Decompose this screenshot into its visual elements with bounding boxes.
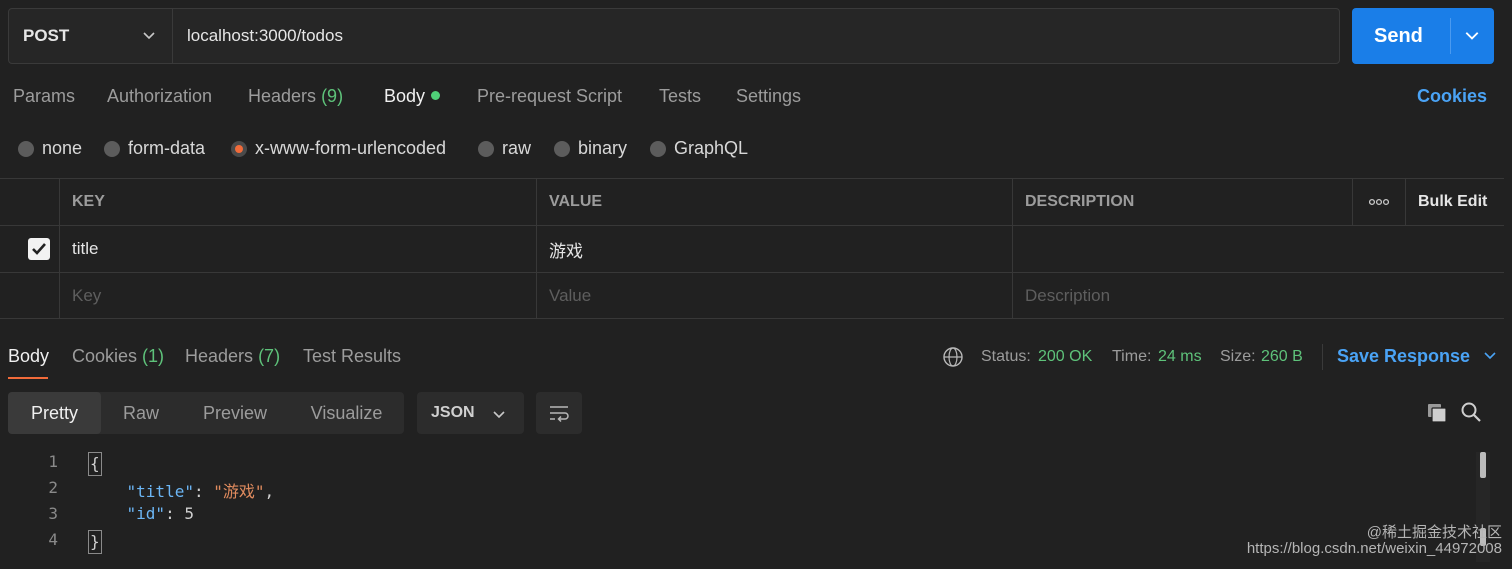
time-label: Time: [1112, 348, 1152, 365]
column-header-value: VALUE [536, 179, 1013, 225]
watermark: @稀土掘金技术社区 https://blog.csdn.net/weixin_4… [1246, 524, 1502, 557]
line-number: 1 [48, 452, 58, 471]
save-response-button[interactable]: Save Response [1337, 346, 1497, 367]
send-divider [1450, 18, 1451, 54]
column-header-description: DESCRIPTION [1012, 179, 1352, 225]
wrap-lines-icon [550, 406, 569, 423]
status-label: Status: [981, 348, 1031, 365]
url-input[interactable]: localhost:3000/todos [173, 9, 343, 63]
body-type-graphql[interactable]: GraphQL [650, 138, 748, 159]
json-key-title: "title" [126, 482, 194, 501]
body-type-none[interactable]: none [18, 138, 82, 159]
tab-tests[interactable]: Tests [659, 86, 701, 107]
params-table: KEY VALUE DESCRIPTION Bulk Edit title 游戏… [0, 178, 1504, 319]
table-row: title 游戏 [0, 226, 1504, 273]
row-checkbox[interactable] [28, 238, 50, 260]
view-raw-button[interactable]: Raw [101, 392, 181, 434]
chevron-down-icon [143, 32, 155, 40]
format-label: JSON [431, 404, 475, 421]
body-type-selector: none form-data x-www-form-urlencoded raw… [0, 138, 800, 162]
search-icon[interactable] [1460, 401, 1482, 423]
divider [1322, 344, 1323, 370]
tab-headers[interactable]: Headers (9) [248, 86, 343, 107]
response-headers-count: (7) [258, 346, 281, 366]
line-number: 2 [48, 478, 58, 497]
cookies-link[interactable]: Cookies [1417, 86, 1487, 107]
table-row-empty: Key Value Description [0, 273, 1504, 319]
response-tab-cookies[interactable]: Cookies (1) [72, 346, 164, 367]
body-type-form-data[interactable]: form-data [104, 138, 205, 159]
body-type-x-www-form-urlencoded[interactable]: x-www-form-urlencoded [231, 138, 446, 159]
radio-selected-icon [231, 140, 247, 157]
radio-icon [478, 140, 494, 157]
chevron-down-icon [493, 411, 505, 419]
format-select[interactable]: JSON [417, 392, 524, 434]
body-type-binary[interactable]: binary [554, 138, 627, 159]
line-number: 3 [48, 504, 58, 523]
headers-count: (9) [321, 86, 344, 106]
value-placeholder[interactable]: Value [536, 273, 1013, 318]
active-tab-underline [8, 377, 48, 379]
radio-icon [554, 140, 570, 157]
response-tab-headers[interactable]: Headers (7) [185, 346, 280, 367]
scrollbar-thumb[interactable] [1480, 452, 1486, 478]
tab-pre-request-script[interactable]: Pre-request Script [477, 86, 622, 107]
body-indicator-dot [431, 91, 441, 100]
row-key[interactable]: title [59, 226, 536, 272]
row-description[interactable] [1012, 226, 1504, 272]
response-view-toggle: Pretty Raw Preview Visualize [8, 392, 404, 434]
view-visualize-button[interactable]: Visualize [289, 392, 404, 434]
key-placeholder[interactable]: Key [59, 273, 536, 318]
json-key-id: "id" [126, 504, 166, 523]
tab-settings[interactable]: Settings [736, 86, 801, 107]
copy-icon[interactable] [1426, 402, 1448, 424]
code-line: 2 "title": "游戏", [0, 478, 1470, 504]
response-tab-body[interactable]: Body [8, 346, 49, 367]
send-button[interactable]: Send [1352, 8, 1494, 64]
column-header-key: KEY [59, 179, 536, 225]
more-options-icon[interactable] [1352, 179, 1405, 225]
tab-params[interactable]: Params [13, 86, 75, 107]
body-type-raw[interactable]: raw [478, 138, 531, 159]
time-value[interactable]: 24 ms [1158, 348, 1202, 366]
size-value[interactable]: 260 B [1261, 348, 1303, 366]
row-value[interactable]: 游戏 [536, 226, 1013, 272]
tab-authorization[interactable]: Authorization [107, 86, 212, 107]
method-select[interactable]: POST [9, 9, 173, 63]
json-value-title: "游戏" [213, 482, 265, 501]
method-label: POST [23, 26, 70, 45]
chevron-down-icon [1484, 352, 1496, 360]
cookies-count: (1) [142, 346, 165, 366]
send-label: Send [1374, 24, 1423, 47]
description-placeholder[interactable]: Description [1012, 273, 1504, 318]
size-label: Size: [1220, 348, 1256, 365]
chevron-down-icon[interactable] [1464, 27, 1480, 43]
close-brace: } [88, 530, 102, 554]
open-brace: { [88, 452, 102, 476]
wrap-lines-button[interactable] [536, 392, 582, 434]
radio-icon [650, 140, 666, 157]
request-tabs: Params Authorization Headers (9) Body Pr… [0, 86, 1512, 110]
view-preview-button[interactable]: Preview [181, 392, 289, 434]
json-value-id: 5 [184, 504, 194, 523]
response-tab-test-results[interactable]: Test Results [303, 346, 401, 367]
bulk-edit-button[interactable]: Bulk Edit [1405, 179, 1504, 225]
table-header-row: KEY VALUE DESCRIPTION Bulk Edit [0, 179, 1504, 226]
line-number: 4 [48, 530, 58, 549]
radio-icon [104, 140, 120, 157]
view-pretty-button[interactable]: Pretty [8, 392, 101, 434]
request-url-bar: POST localhost:3000/todos [8, 8, 1340, 64]
code-line: 1 { [0, 452, 1470, 478]
tab-body[interactable]: Body [384, 86, 441, 107]
checkmark-icon [32, 243, 46, 255]
globe-icon[interactable] [942, 346, 964, 368]
status-value[interactable]: 200 OK [1038, 348, 1092, 366]
radio-icon [18, 140, 34, 157]
